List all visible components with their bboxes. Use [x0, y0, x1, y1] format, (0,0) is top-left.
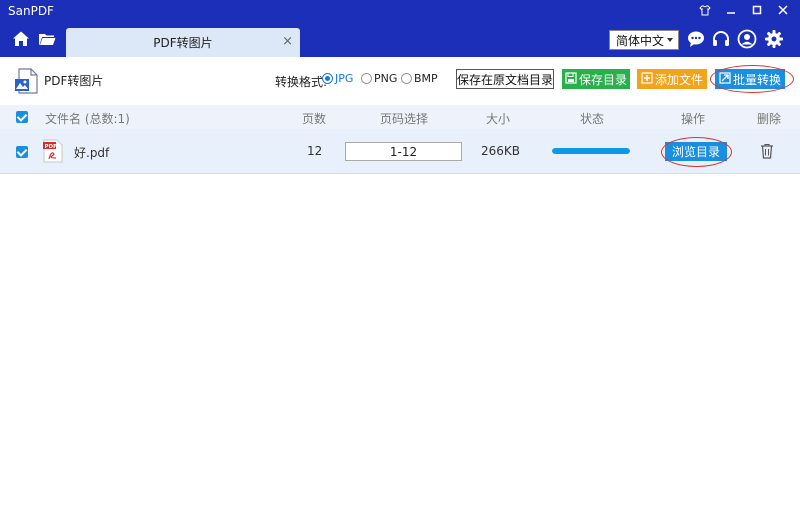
title-bar: SanPDF	[0, 0, 800, 22]
plus-icon	[641, 71, 653, 87]
chat-icon[interactable]	[686, 29, 706, 49]
table-header: 文件名 (总数:1) 页数 页码选择 大小 状态 操作 删除	[0, 105, 800, 129]
file-list-area	[0, 175, 800, 510]
file-size: 266KB	[481, 144, 521, 158]
header-delete: 删除	[757, 112, 782, 126]
trash-icon[interactable]	[760, 143, 774, 159]
app-title: SanPDF	[8, 4, 54, 18]
format-radio-bmp[interactable]: BMP	[401, 72, 438, 85]
save-dir-button[interactable]: 保存目录	[562, 69, 630, 89]
svg-text:PDF: PDF	[45, 144, 58, 150]
progress-fill	[552, 148, 630, 154]
tab-pdf-to-image[interactable]: PDF转图片 ×	[66, 28, 300, 57]
browse-dir-button[interactable]: 浏览目录	[665, 142, 727, 161]
pdf-file-icon: PDF	[43, 139, 63, 163]
radio-dot	[401, 73, 412, 84]
row-checkbox[interactable]	[16, 146, 28, 158]
page-title: PDF转图片	[44, 74, 104, 88]
headset-icon[interactable]	[711, 29, 731, 49]
chevron-down-icon	[667, 38, 673, 42]
window-controls	[698, 3, 790, 17]
batch-convert-label: 批量转换	[732, 72, 781, 87]
radio-dot	[322, 73, 333, 84]
format-label-png: PNG	[374, 72, 398, 85]
tab-label: PDF转图片	[153, 36, 213, 50]
format-label-bmp: BMP	[414, 72, 438, 85]
page-range-input[interactable]	[345, 142, 462, 161]
close-icon[interactable]	[776, 3, 790, 17]
toolbar: PDF转图片 转换格式: JPG PNG BMP 保存在原文档目录 保存目录 添…	[0, 57, 800, 105]
header-size: 大小	[486, 112, 511, 126]
file-name: 好.pdf	[74, 146, 110, 160]
tab-close-icon[interactable]: ×	[282, 34, 293, 49]
minimize-icon[interactable]	[724, 3, 738, 17]
table-row: PDF 好.pdf 12 266KB 浏览目录	[0, 129, 800, 174]
format-label-jpg: JPG	[335, 72, 354, 85]
save-icon	[565, 71, 577, 87]
save-dir-label: 保存目录	[578, 72, 627, 87]
header-pages: 页数	[302, 112, 327, 126]
format-radio-png[interactable]: PNG	[361, 72, 397, 85]
gear-icon[interactable]	[764, 29, 784, 49]
image-file-icon	[14, 67, 40, 95]
add-file-label: 添加文件	[654, 72, 703, 87]
format-label: 转换格式:	[275, 75, 328, 89]
header-filename: 文件名 (总数:1)	[45, 112, 130, 126]
nav-bar: PDF转图片 × 简体中文	[0, 22, 800, 57]
language-select[interactable]: 简体中文	[609, 30, 679, 50]
format-radio-jpg[interactable]: JPG	[322, 72, 353, 85]
header-status: 状态	[580, 112, 605, 126]
select-all-checkbox[interactable]	[16, 111, 28, 123]
conversion-progress	[552, 148, 630, 154]
skin-icon[interactable]	[698, 3, 712, 17]
save-in-original-dir-button[interactable]: 保存在原文档目录	[456, 69, 554, 89]
batch-convert-button[interactable]: 批量转换	[715, 69, 785, 89]
user-icon[interactable]	[737, 29, 757, 49]
page-count: 12	[307, 144, 323, 158]
home-icon[interactable]	[12, 30, 30, 48]
folder-icon[interactable]	[38, 30, 56, 48]
convert-icon	[719, 71, 731, 87]
add-file-button[interactable]: 添加文件	[637, 69, 707, 89]
radio-dot	[361, 73, 372, 84]
maximize-icon[interactable]	[750, 3, 764, 17]
header-page-range: 页码选择	[380, 112, 429, 126]
language-value: 简体中文	[616, 33, 665, 48]
header-action: 操作	[681, 112, 706, 126]
